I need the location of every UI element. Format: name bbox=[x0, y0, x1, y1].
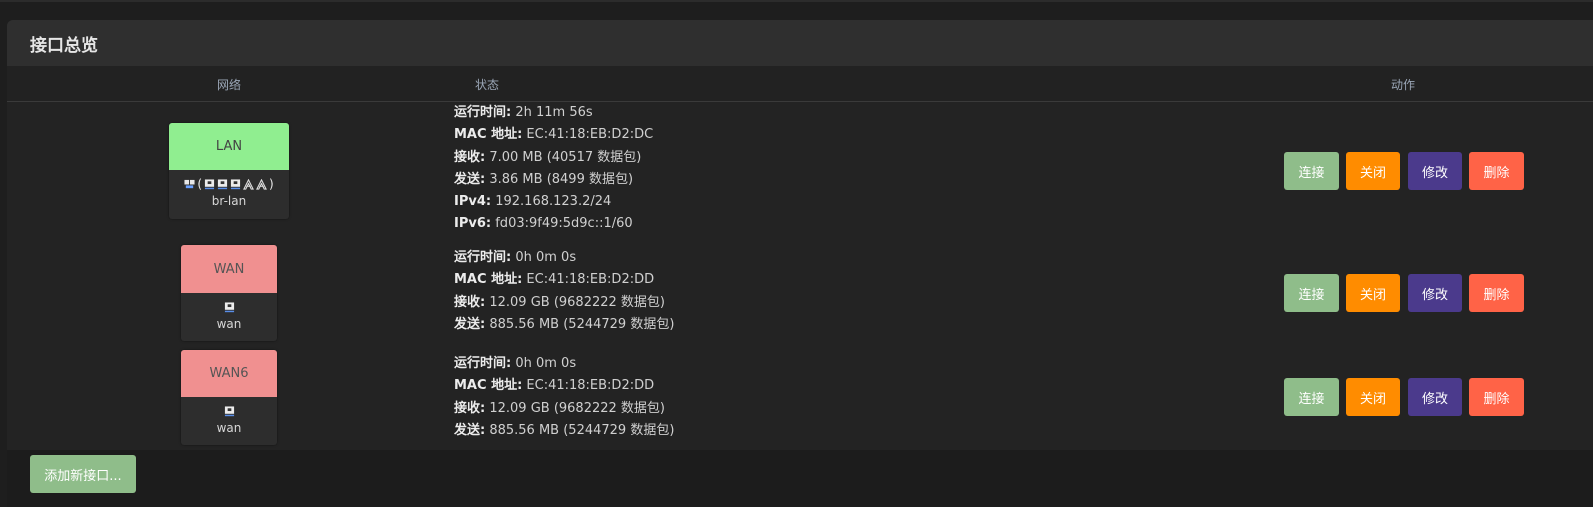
panel-title: 接口总览 bbox=[30, 35, 98, 56]
connect-button[interactable]: 连接 bbox=[1284, 378, 1339, 416]
connect-button[interactable]: 连接 bbox=[1284, 274, 1339, 312]
column-header-status: 状态 bbox=[475, 78, 500, 92]
interface-name: LAN bbox=[169, 123, 289, 170]
bridge-icon bbox=[184, 179, 195, 188]
interface-badge-wan[interactable]: WAN wan bbox=[181, 245, 277, 341]
table-row: WAN6 wan 运行时间: 0h 0m 0s MAC 地址: EC:41:18… bbox=[7, 350, 1593, 450]
panel-footer: 添加新接口... bbox=[7, 450, 1593, 507]
wifi-icon bbox=[256, 178, 267, 190]
delete-button[interactable]: 删除 bbox=[1469, 152, 1524, 190]
table-row: LAN ( ) br-lan 运行时间: 2h 11m 56s MAC 地址: … bbox=[7, 102, 1593, 242]
delete-button[interactable]: 删除 bbox=[1469, 274, 1524, 312]
table-row: WAN wan 运行时间: 0h 0m 0s MAC 地址: EC:41:18:… bbox=[7, 245, 1593, 346]
icon-group-close: ) bbox=[269, 177, 274, 191]
edit-button[interactable]: 修改 bbox=[1408, 274, 1462, 312]
interface-name: WAN6 bbox=[181, 350, 277, 397]
interface-status: 运行时间: 0h 0m 0s MAC 地址: EC:41:18:EB:D2:DD… bbox=[454, 247, 674, 336]
ethernet-port-icon bbox=[224, 301, 234, 312]
device-icons bbox=[181, 397, 277, 419]
interface-device: wan bbox=[216, 317, 242, 331]
device-icons bbox=[181, 293, 277, 315]
edit-button[interactable]: 修改 bbox=[1408, 152, 1462, 190]
interface-device: wan bbox=[216, 421, 242, 435]
close-button[interactable]: 关闭 bbox=[1346, 152, 1400, 190]
icon-group-open: ( bbox=[197, 177, 202, 191]
status-line-ipv6: IPv6: fd03:9f49:5d9c::1/60 bbox=[454, 216, 633, 232]
panel-header: 接口总览 bbox=[7, 20, 1593, 66]
edit-button[interactable]: 修改 bbox=[1408, 378, 1462, 416]
delete-button[interactable]: 删除 bbox=[1469, 378, 1524, 416]
interface-badge-wan6[interactable]: WAN6 wan bbox=[181, 350, 277, 445]
interface-badge-lan[interactable]: LAN ( ) br-lan bbox=[169, 123, 289, 219]
top-strip bbox=[0, 0, 1593, 2]
status-line-mac: MAC 地址: EC:41:18:EB:D2:DD bbox=[454, 378, 655, 394]
status-line-mac: MAC 地址: EC:41:18:EB:D2:DD bbox=[454, 272, 655, 288]
status-line-tx: 发送: 885.56 MB (5244729 数据包) bbox=[454, 316, 675, 332]
status-line-tx: 发送: 3.86 MB (8499 数据包) bbox=[454, 171, 634, 187]
status-line-rx: 接收: 12.09 GB (9682222 数据包) bbox=[454, 400, 665, 416]
table-header: 网络 状态 动作 bbox=[7, 66, 1593, 102]
status-line-mac: MAC 地址: EC:41:18:EB:D2:DC bbox=[454, 127, 654, 143]
interface-status: 运行时间: 2h 11m 56s MAC 地址: EC:41:18:EB:D2:… bbox=[454, 102, 653, 236]
ethernet-port-icon bbox=[204, 178, 215, 189]
interface-status: 运行时间: 0h 0m 0s MAC 地址: EC:41:18:EB:D2:DD… bbox=[454, 353, 674, 442]
close-button[interactable]: 关闭 bbox=[1346, 274, 1400, 312]
status-line-tx: 发送: 885.56 MB (5244729 数据包) bbox=[454, 422, 675, 438]
status-line-uptime: 运行时间: 2h 11m 56s bbox=[454, 105, 593, 120]
interfaces-panel: 接口总览 网络 状态 动作 LAN ( ) br-lan 运行时间: 2h 11… bbox=[7, 20, 1593, 507]
ethernet-port-icon bbox=[224, 405, 234, 416]
status-line-uptime: 运行时间: 0h 0m 0s bbox=[454, 250, 577, 265]
device-icons: ( ) bbox=[169, 170, 289, 192]
wifi-icon bbox=[243, 178, 254, 190]
status-line-ipv4: IPv4: 192.168.123.2/24 bbox=[454, 194, 612, 210]
status-line-uptime: 运行时间: 0h 0m 0s bbox=[454, 356, 577, 371]
status-line-rx: 接收: 12.09 GB (9682222 数据包) bbox=[454, 294, 665, 310]
connect-button[interactable]: 连接 bbox=[1284, 152, 1339, 190]
interface-name: WAN bbox=[181, 245, 277, 293]
status-line-rx: 接收: 7.00 MB (40517 数据包) bbox=[454, 149, 642, 165]
column-header-network: 网络 bbox=[217, 78, 242, 92]
ethernet-port-icon bbox=[230, 178, 241, 189]
interface-device: br-lan bbox=[211, 194, 247, 208]
column-header-actions: 动作 bbox=[1391, 78, 1416, 92]
close-button[interactable]: 关闭 bbox=[1346, 378, 1400, 416]
add-interface-button[interactable]: 添加新接口... bbox=[30, 455, 136, 493]
ethernet-port-icon bbox=[217, 178, 228, 189]
